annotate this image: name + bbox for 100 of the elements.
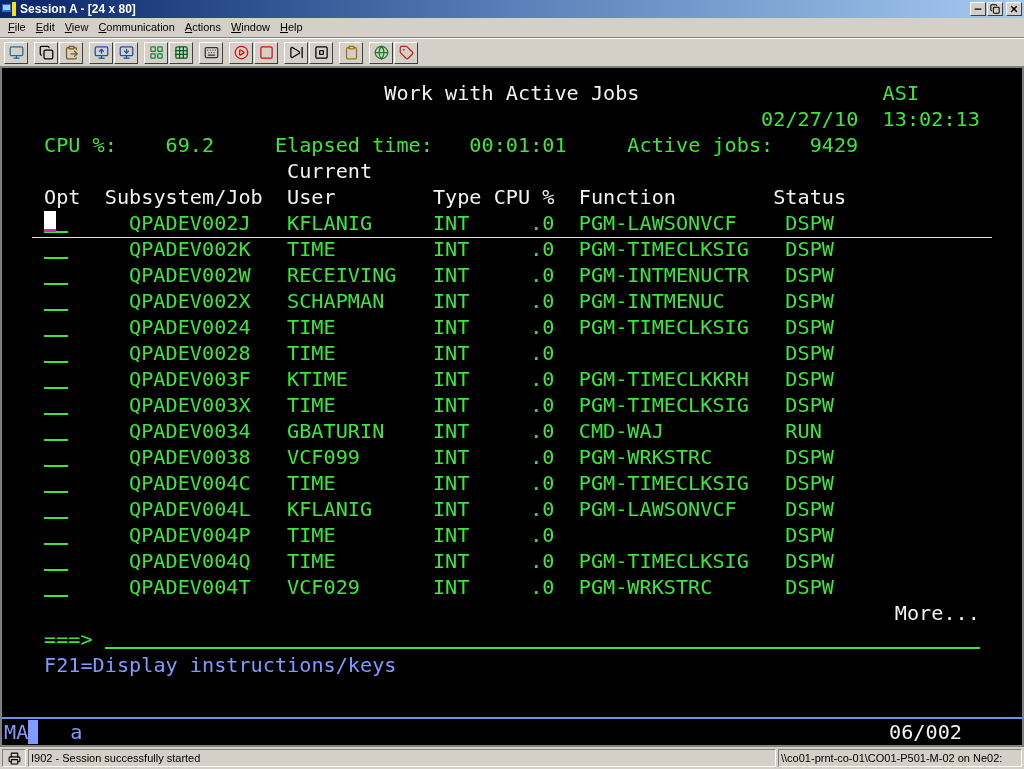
receive-icon (118, 45, 134, 60)
job-status: DSPW (785, 497, 834, 521)
summary-label: Elapsed time: (274, 133, 433, 157)
job-name: QPADEV0034 (129, 419, 251, 443)
summary-label: Active jobs: (627, 133, 774, 157)
paste-icon (63, 45, 79, 60)
job-name: QPADEV0028 (129, 341, 251, 365)
menu-item[interactable]: Actions (180, 19, 225, 36)
toolbar-button[interactable] (34, 41, 58, 64)
option-field[interactable] (44, 211, 69, 233)
cpu-value: .0 (530, 393, 555, 417)
copy-icon (38, 45, 54, 60)
grid-icon (173, 45, 189, 60)
function-name: PGM-WRKSTRC (578, 575, 713, 599)
function-name: PGM-TIMECLKKRH (578, 367, 749, 391)
toolbar-button[interactable] (89, 41, 113, 64)
function-name: PGM-INTMENUC (578, 289, 725, 313)
cursor-block (28, 720, 39, 744)
cpu-value: .0 (530, 263, 555, 287)
toolbar-button[interactable] (199, 41, 223, 64)
job-type: INT (432, 393, 470, 417)
job-type: INT (432, 575, 470, 599)
command-prompt: ===> (44, 627, 93, 651)
job-name: QPADEV004C (129, 471, 251, 495)
toolbar-button[interactable] (4, 41, 28, 64)
toolbar-button[interactable] (394, 41, 418, 64)
date-text: 02/27/10 (761, 107, 859, 131)
cpu-value: .0 (530, 575, 555, 599)
close-icon (1009, 4, 1019, 14)
user-name: TIME (287, 393, 336, 417)
toolbar-button[interactable] (59, 41, 83, 64)
send-icon (93, 45, 109, 60)
column-header: Function (578, 185, 676, 209)
toolbar-button[interactable] (369, 41, 393, 64)
job-status: DSPW (785, 445, 834, 469)
menu-item[interactable]: Edit (31, 19, 59, 36)
column-header: User (287, 185, 336, 209)
function-name: PGM-TIMECLKSIG (578, 237, 749, 261)
cpu-value: .0 (530, 237, 555, 261)
skip-icon (288, 45, 304, 60)
cpu-value: .0 (530, 419, 555, 443)
summary-value: 69.2 (165, 133, 215, 157)
grid-icon (148, 45, 164, 60)
toolbar-button[interactable] (284, 41, 308, 64)
menu-item[interactable]: Window (226, 19, 275, 36)
job-status: DSPW (785, 367, 834, 391)
job-status: DSPW (785, 315, 834, 339)
tag-icon (398, 45, 414, 60)
column-header: CPU % (493, 185, 555, 209)
job-type: INT (432, 471, 470, 495)
column-header: Type (432, 185, 482, 209)
job-status: DSPW (785, 263, 834, 287)
job-status: DSPW (785, 211, 834, 235)
job-type: INT (432, 315, 470, 339)
mode-indicator: MA (4, 719, 29, 745)
job-name: QPADEV002W (129, 263, 251, 287)
toolbar-button[interactable] (144, 41, 168, 64)
menu-item[interactable]: Communication (94, 19, 179, 36)
clipboard-icon (343, 45, 359, 60)
user-name: TIME (287, 315, 336, 339)
user-name: TIME (287, 549, 336, 573)
job-name: QPADEV003F (129, 367, 251, 391)
function-name: PGM-TIMECLKSIG (578, 549, 749, 573)
user-name: TIME (287, 237, 336, 261)
menu-item[interactable]: File (4, 19, 30, 36)
more-indicator: More... (894, 601, 980, 625)
job-type: INT (432, 289, 470, 313)
cpu-value: .0 (530, 445, 555, 469)
system-name: ASI (882, 81, 920, 105)
toolbar-button[interactable] (169, 41, 193, 64)
display-icon (8, 45, 24, 60)
column-header: Current (287, 159, 373, 183)
job-status: DSPW (785, 549, 834, 573)
job-name: QPADEV0024 (129, 315, 251, 339)
minimize-button[interactable] (970, 2, 986, 16)
close-button[interactable] (1006, 2, 1022, 16)
cursor-position: 06/002 (889, 719, 962, 745)
play-icon (233, 45, 249, 60)
job-type: INT (432, 237, 470, 261)
toolbar-button[interactable] (254, 41, 278, 64)
user-name: SCHAPMAN (287, 289, 385, 313)
menu-item[interactable]: Help (276, 19, 307, 36)
restore-button[interactable] (987, 2, 1003, 16)
toolbar-button[interactable] (229, 41, 253, 64)
window-title: Session A - [24 x 80] (20, 1, 137, 18)
job-type: INT (432, 549, 470, 573)
summary-value: 9429 (809, 133, 859, 157)
function-name: PGM-LAWSONVCF (578, 497, 737, 521)
job-name: QPADEV004P (129, 523, 251, 547)
shift-indicator: a (70, 719, 83, 745)
function-name: PGM-TIMECLKSIG (578, 315, 749, 339)
menu-item[interactable]: View (60, 19, 93, 36)
stop-icon (258, 45, 274, 60)
toolbar-button[interactable] (309, 41, 333, 64)
globe-icon (373, 45, 389, 60)
user-name: KFLANIG (287, 211, 373, 235)
user-name: RECEIVING (287, 263, 397, 287)
toolbar-button[interactable] (114, 41, 138, 64)
user-name: TIME (287, 341, 336, 365)
toolbar-button[interactable] (339, 41, 363, 64)
